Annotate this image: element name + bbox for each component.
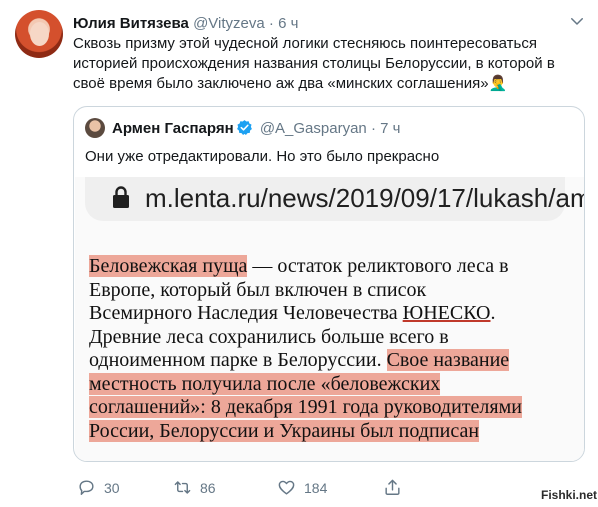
- author-avatar[interactable]: [15, 10, 63, 58]
- article-line: одноименном парке в Белоруссии. Свое наз…: [89, 349, 584, 373]
- verified-badge-icon: [236, 120, 252, 135]
- article-text-span: ЮНЕСКО: [402, 302, 491, 324]
- highlighted-text: Беловежская пуща: [89, 255, 248, 277]
- article-line: Всемирного Наследия Человечества ЮНЕСКО.: [89, 302, 584, 326]
- quoted-screenshot-image[interactable]: m.lenta.ru/news/2019/09/17/lukash/am Бел…: [75, 177, 584, 461]
- tweet-header: Юлия Витязева @Vityzeva · 6 ч: [73, 14, 298, 33]
- highlighted-text: России, Белоруссии и Украины был подписа…: [89, 419, 480, 442]
- lock-icon: [113, 186, 129, 208]
- speech-bubble-icon: [79, 480, 94, 495]
- retweet-count: 86: [200, 480, 216, 496]
- reply-button[interactable]: 30: [77, 478, 120, 498]
- quoted-author-name: Армен Гаспарян: [112, 120, 234, 137]
- share-button[interactable]: [383, 478, 402, 498]
- tweet[interactable]: Юлия Витязева @Vityzeva · 6 ч Сквозь при…: [0, 0, 598, 507]
- watermark: Fishki.net: [541, 488, 598, 502]
- highlighted-text: местность получила после «беловежских: [89, 372, 441, 395]
- article-text-span: — остаток реликтового леса в: [247, 255, 509, 277]
- quoted-tweet-time: 7 ч: [380, 120, 401, 137]
- retweet-icon: [174, 481, 191, 494]
- tweet-text-line: своё время было заключено аж два «мински…: [73, 75, 508, 92]
- highlighted-text: соглашений»: 8 декабря 1991 года руковод…: [89, 396, 522, 418]
- article-line: местность получила после «беловежских: [89, 372, 584, 397]
- retweet-button[interactable]: 86: [173, 478, 216, 498]
- tweet-actions: 30 86 184: [73, 478, 573, 498]
- quoted-tweet[interactable]: Армен Гаспарян @A_Gasparyan · 7 ч Они уж…: [73, 106, 585, 462]
- quoted-tweet-header: Армен Гаспарян @A_Gasparyan · 7 ч: [112, 119, 400, 138]
- article-line: Европе, который был включен в список: [89, 278, 584, 303]
- reply-count: 30: [104, 480, 120, 496]
- author-handle[interactable]: @Vityzeva: [193, 15, 265, 32]
- tweet-time[interactable]: 6 ч: [278, 15, 298, 32]
- tweet-text-line: Сквозь призму этой чудесной логики стесн…: [73, 35, 537, 52]
- article-line: соглашений»: 8 декабря 1991 года руковод…: [89, 396, 584, 420]
- separator-dot: ·: [268, 15, 274, 32]
- share-icon: [385, 479, 400, 495]
- chevron-down-icon[interactable]: [568, 12, 586, 30]
- article-line: России, Белоруссии и Украины был подписа…: [89, 419, 584, 444]
- browser-url-text: m.lenta.ru/news/2019/09/17/lukash/am: [145, 183, 585, 213]
- article-text-span: одноименном парке в Белоруссии.: [89, 349, 387, 371]
- browser-url-bar: m.lenta.ru/news/2019/09/17/lukash/am: [85, 177, 584, 221]
- article-line: Древние леса сохранились больше всего в: [89, 325, 584, 350]
- like-button[interactable]: 184: [277, 478, 327, 498]
- quoted-author-avatar: [85, 118, 105, 138]
- article-text: Беловежская пуща — остаток реликтового л…: [89, 255, 584, 444]
- article-text-span: Европе, который был включен в список: [89, 278, 427, 301]
- separator-dot: ·: [370, 120, 376, 137]
- quoted-author-handle: @A_Gasparyan: [259, 120, 367, 137]
- article-line: Беловежская пуща — остаток реликтового л…: [89, 255, 584, 279]
- author-name[interactable]: Юлия Витязева: [73, 15, 189, 32]
- article-text-span: Всемирного Наследия Человечества: [89, 302, 403, 324]
- like-count: 184: [304, 480, 328, 496]
- quoted-tweet-text: Они уже отредактировали. Но это было пре…: [85, 148, 440, 165]
- tweet-text-line: историей происхождения названия столицы …: [73, 55, 555, 72]
- heart-icon: [278, 480, 295, 495]
- article-text-span: .: [490, 302, 496, 324]
- tweet-text: Сквозь призму этой чудесной логики стесн…: [73, 34, 585, 94]
- article-text-span: Древние леса сохранились больше всего в: [89, 325, 449, 348]
- highlighted-text: Свое название: [386, 349, 510, 371]
